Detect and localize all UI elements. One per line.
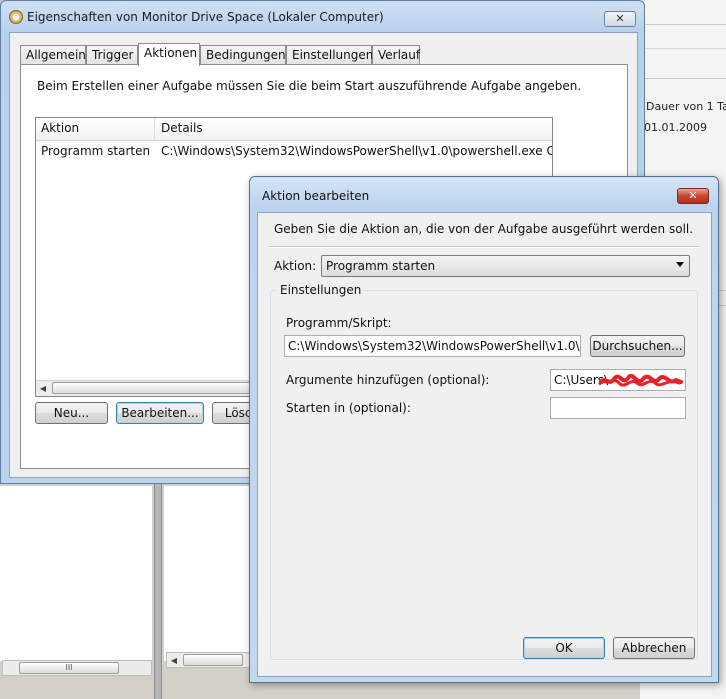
action-label: Aktion: xyxy=(274,259,317,273)
row-details: C:\Windows\System32\WindowsPowerShell\v1… xyxy=(161,144,553,158)
tab-trigger[interactable]: Trigger xyxy=(86,45,138,65)
row-aktion: Programm starten xyxy=(41,144,151,158)
tab-verlauf[interactable]: Verlauf xyxy=(372,45,420,65)
dialog-client: Geben Sie die Aktion an, die von der Auf… xyxy=(257,212,712,677)
tab-bedingungen[interactable]: Bedingungen xyxy=(200,45,286,65)
cancel-button[interactable]: Abbrechen xyxy=(613,637,695,659)
ok-button[interactable]: OK xyxy=(523,637,605,659)
list-header: Aktion Details xyxy=(36,118,552,141)
arguments-label: Argumente hinzufügen (optional): xyxy=(286,373,490,387)
dialog-close-button[interactable]: ✕ xyxy=(677,188,709,204)
pane-splitter[interactable] xyxy=(154,480,162,699)
chevron-down-icon[interactable] xyxy=(676,262,684,267)
program-input[interactable]: C:\Windows\System32\WindowsPowerShell\v1… xyxy=(284,335,581,357)
background-pane-left xyxy=(0,486,152,661)
background-text: Dauer von 1 Ta xyxy=(646,100,726,113)
arguments-input[interactable]: C:\Users\ xyxy=(550,369,686,391)
column-header-aktion[interactable]: Aktion xyxy=(41,121,79,135)
background-date: 01.01.2009 xyxy=(644,121,707,134)
action-dropdown-value: Programm starten xyxy=(326,259,436,273)
list-scroll-thumb[interactable] xyxy=(52,382,272,394)
separator xyxy=(268,246,700,248)
background-horizontal-scrollbar-2[interactable]: ◀ xyxy=(166,652,256,668)
browse-button[interactable]: Durchsuchen... xyxy=(590,335,685,357)
window-title: Eigenschaften von Monitor Drive Space (L… xyxy=(27,10,384,24)
column-header-details[interactable]: Details xyxy=(161,121,203,135)
settings-group: Einstellungen Programm/Skript: C:\Window… xyxy=(270,283,698,660)
dialog-title: Aktion bearbeiten xyxy=(262,189,370,203)
scrollbar-thumb-2[interactable] xyxy=(183,654,243,666)
redaction-scribble-icon xyxy=(599,374,683,387)
tab-einstellungen[interactable]: Einstellungen xyxy=(286,45,373,65)
program-input-value: C:\Windows\System32\WindowsPowerShell\v1… xyxy=(288,339,580,353)
settings-group-label: Einstellungen xyxy=(277,283,365,297)
new-action-button[interactable]: Neu... xyxy=(35,402,108,424)
edit-action-button[interactable]: Bearbeiten... xyxy=(116,402,204,424)
start-in-label: Starten in (optional): xyxy=(286,401,411,415)
list-item[interactable]: Programm starten C:\Windows\System32\Win… xyxy=(36,141,552,161)
tab-aktionen[interactable]: Aktionen xyxy=(138,43,200,66)
aktionen-intro-text: Beim Erstellen einer Aufgabe müssen Sie … xyxy=(37,79,582,93)
column-divider[interactable] xyxy=(154,118,155,140)
start-in-input[interactable] xyxy=(550,397,686,419)
tab-allgemein[interactable]: Allgemein xyxy=(20,45,86,65)
list-horizontal-scrollbar[interactable]: ◀ xyxy=(36,380,276,396)
scrollbar-thumb[interactable]: III xyxy=(19,662,119,674)
action-dropdown[interactable]: Programm starten xyxy=(321,255,690,277)
scroll-left-icon[interactable]: ◀ xyxy=(36,382,50,395)
background-horizontal-scrollbar[interactable]: III xyxy=(2,660,152,676)
scheduler-clock-icon xyxy=(9,10,23,24)
close-button[interactable]: ✕ xyxy=(604,11,636,27)
scroll-left-icon[interactable]: ◀ xyxy=(167,654,181,667)
program-label: Programm/Skript: xyxy=(286,316,392,330)
edit-action-dialog: Aktion bearbeiten ✕ Geben Sie die Aktion… xyxy=(249,176,719,683)
dialog-intro-text: Geben Sie die Aktion an, die von der Auf… xyxy=(274,222,694,236)
